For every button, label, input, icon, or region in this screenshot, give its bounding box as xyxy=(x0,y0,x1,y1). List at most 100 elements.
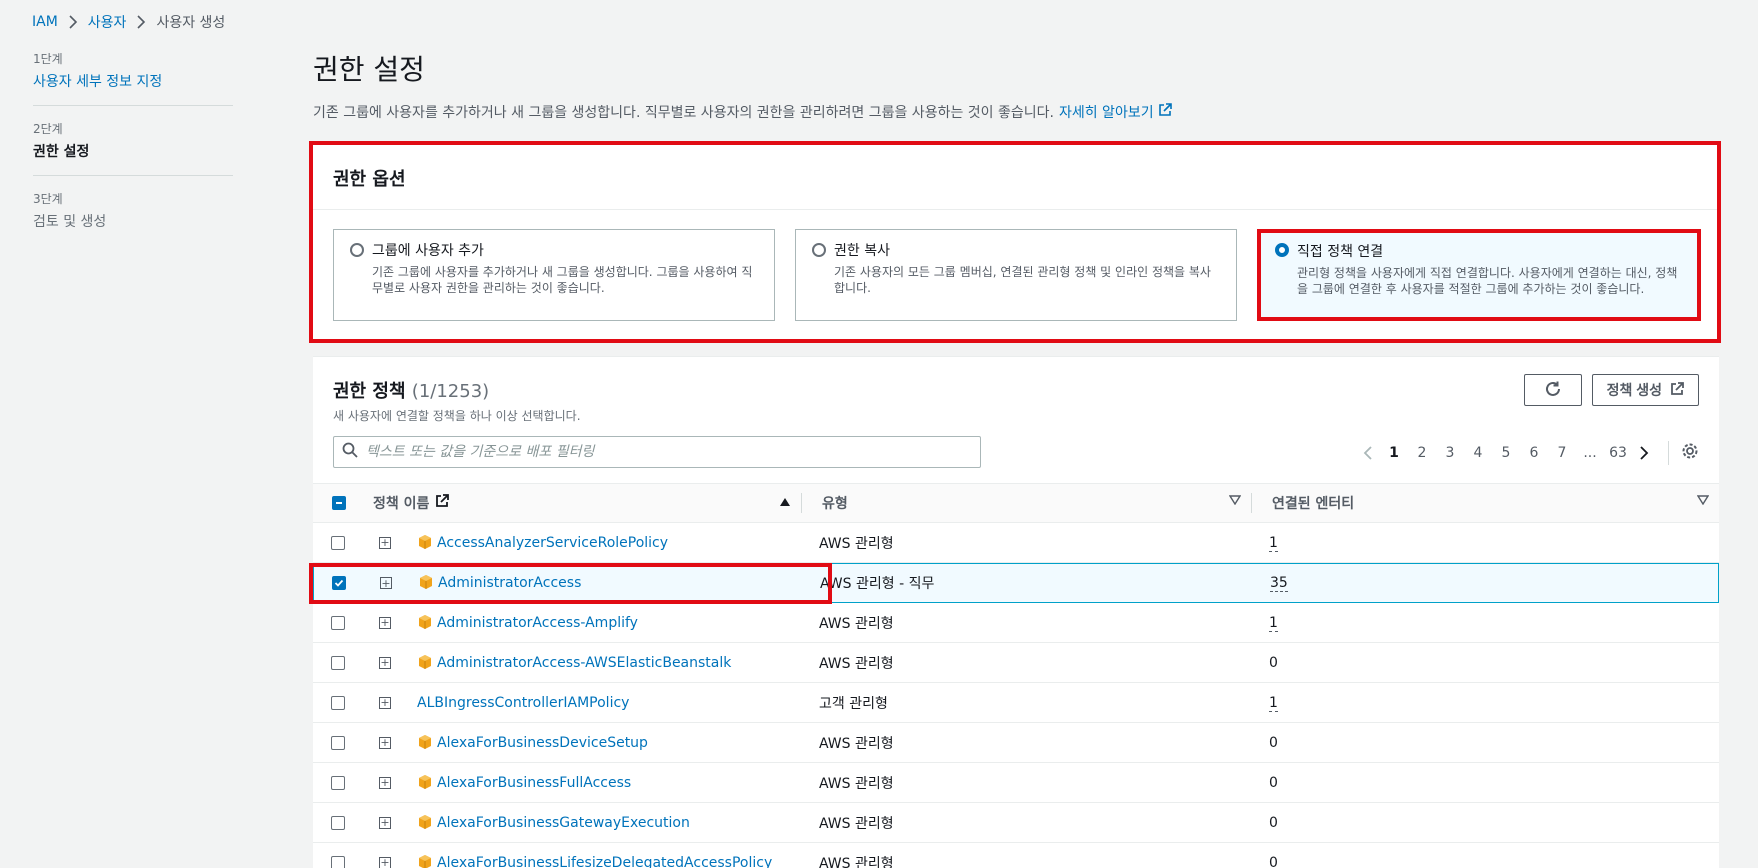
page-4[interactable]: 4 xyxy=(1464,445,1492,461)
expand-row-icon[interactable]: + xyxy=(367,776,403,789)
policy-name-link[interactable]: AccessAnalyzerServiceRolePolicy xyxy=(437,535,668,551)
policy-name-link[interactable]: AdministratorAccess-AWSElasticBeanstalk xyxy=(437,655,731,671)
row-checkbox[interactable] xyxy=(332,576,346,590)
page-ellipsis: ... xyxy=(1583,445,1597,461)
breadcrumb-users[interactable]: 사용자 xyxy=(88,12,127,32)
column-header-name[interactable]: 정책 이름 xyxy=(365,493,801,513)
learn-more-link[interactable]: 자세히 알아보기 xyxy=(1059,102,1172,122)
row-checkbox[interactable] xyxy=(331,615,345,630)
expand-row-icon[interactable]: + xyxy=(367,856,403,868)
expand-row-icon[interactable]: + xyxy=(367,656,403,669)
step-number: 1단계 xyxy=(33,52,63,66)
sort-down-icon[interactable] xyxy=(1228,493,1242,513)
breadcrumb-iam[interactable]: IAM xyxy=(32,14,58,30)
step-link-user-details[interactable]: 사용자 세부 정보 지정 xyxy=(33,71,233,91)
page-2[interactable]: 2 xyxy=(1408,445,1436,461)
plus-box-icon: + xyxy=(379,696,391,709)
policy-name-wrap: AdministratorAccess-AWSElasticBeanstalk xyxy=(417,654,731,672)
table-row[interactable]: + AlexaForBusinessLifesizeDelegatedAccess… xyxy=(313,843,1719,868)
policy-name-wrap: AlexaForBusinessFullAccess xyxy=(417,774,631,792)
pagination-prev-icon[interactable] xyxy=(1356,445,1380,461)
sort-ascending-icon[interactable] xyxy=(779,495,791,511)
radio-add-to-group[interactable] xyxy=(350,243,364,257)
row-checkbox[interactable] xyxy=(331,815,345,830)
row-checkbox[interactable] xyxy=(331,775,345,790)
option-description: 기존 그룹에 사용자를 추가하거나 새 그룹을 생성합니다. 그룹을 사용하여 … xyxy=(372,265,753,295)
page-1[interactable]: 1 xyxy=(1380,445,1408,461)
policy-name-wrap: AlexaForBusinessGatewayExecution xyxy=(417,814,690,832)
page-6[interactable]: 6 xyxy=(1520,445,1548,461)
policies-actions: 정책 생성 xyxy=(1523,374,1699,406)
expand-row-icon[interactable]: + xyxy=(367,536,403,549)
row-checkbox-cell xyxy=(313,815,363,830)
aws-managed-package-icon xyxy=(418,574,436,592)
column-header-type[interactable]: 유형 xyxy=(801,493,1251,513)
policy-name-link[interactable]: ALBIngressControllerIAMPolicy xyxy=(417,695,629,711)
header-checkbox-cell xyxy=(313,496,365,510)
option-attach-policies[interactable]: 직접 정책 연결 관리형 정책을 사용자에게 직접 연결합니다. 사용자에게 연… xyxy=(1257,229,1701,321)
row-checkbox[interactable] xyxy=(331,735,345,750)
policy-filter-input[interactable] xyxy=(366,444,966,460)
page-7[interactable]: 7 xyxy=(1548,445,1576,461)
row-checkbox[interactable] xyxy=(331,855,345,868)
policy-name-link[interactable]: AlexaForBusinessFullAccess xyxy=(437,775,631,791)
expand-row-icon[interactable]: + xyxy=(368,577,404,589)
pagination-next-icon[interactable] xyxy=(1632,445,1656,461)
table-row[interactable]: + AlexaForBusinessFullAccess AWS 관리형 0 xyxy=(313,763,1719,803)
row-checkbox-cell xyxy=(313,735,363,750)
plus-box-icon: + xyxy=(379,616,391,629)
policy-name-cell: + AlexaForBusinessFullAccess xyxy=(363,774,799,792)
policy-name-link[interactable]: AlexaForBusinessGatewayExecution xyxy=(437,815,690,831)
checkmark-icon xyxy=(334,579,344,587)
create-policy-button[interactable]: 정책 생성 xyxy=(1591,374,1699,406)
row-checkbox-cell xyxy=(313,695,363,710)
row-checkbox[interactable] xyxy=(331,695,345,710)
option-add-to-group[interactable]: 그룹에 사용자 추가 기존 그룹에 사용자를 추가하거나 새 그룹을 생성합니다… xyxy=(333,229,775,321)
aws-managed-package-icon xyxy=(417,734,435,752)
expand-row-icon[interactable]: + xyxy=(367,816,403,829)
table-row[interactable]: + ALBIngressControllerIAMPolicy 고객 관리형 1 xyxy=(313,683,1719,723)
radio-copy-permissions[interactable] xyxy=(812,243,826,257)
policy-name-link[interactable]: AdministratorAccess-Amplify xyxy=(437,615,638,631)
row-checkbox-cell xyxy=(313,775,363,790)
policy-type-cell: AWS 관리형 - 직무 xyxy=(820,576,935,592)
table-body: + AccessAnalyzerServiceRolePolicy AWS 관리형 1… xyxy=(313,523,1719,868)
column-header-entities[interactable]: 연결된 엔터티 xyxy=(1251,493,1719,513)
row-checkbox[interactable] xyxy=(331,655,345,670)
attached-entities-count[interactable]: 1 xyxy=(1269,614,1278,632)
policy-filter[interactable] xyxy=(333,436,981,468)
attached-entities-count[interactable]: 35 xyxy=(1270,575,1288,592)
table-row[interactable]: + AlexaForBusinessGatewayExecution AWS 관리형… xyxy=(313,803,1719,843)
sort-down-icon[interactable] xyxy=(1696,493,1710,513)
settings-gear-icon[interactable] xyxy=(1681,442,1699,464)
plus-box-icon: + xyxy=(379,816,391,829)
table-row[interactable]: + AdministratorAccess-AWSElasticBeanstalk… xyxy=(313,643,1719,683)
attached-entities-count[interactable]: 1 xyxy=(1269,534,1278,552)
row-checkbox[interactable] xyxy=(331,535,345,550)
table-row[interactable]: + AdministratorAccess AWS 관리형 - 직무 35 xyxy=(313,563,1719,603)
table-row[interactable]: + AccessAnalyzerServiceRolePolicy AWS 관리형 1 xyxy=(313,523,1719,563)
page-3[interactable]: 3 xyxy=(1436,445,1464,461)
select-all-checkbox[interactable] xyxy=(332,496,346,510)
refresh-button[interactable] xyxy=(1523,374,1582,406)
page-63[interactable]: 63 xyxy=(1604,445,1632,461)
policy-name-link[interactable]: AlexaForBusinessLifesizeDelegatedAccessP… xyxy=(437,855,772,868)
aws-managed-package-icon xyxy=(417,814,435,832)
page-description-text: 기존 그룹에 사용자를 추가하거나 새 그룹을 생성합니다. 직무별로 사용자의… xyxy=(313,105,1054,121)
permission-option-cards: 그룹에 사용자 추가 기존 그룹에 사용자를 추가하거나 새 그룹을 생성합니다… xyxy=(333,229,1701,321)
option-copy-permissions[interactable]: 권한 복사 기존 사용자의 모든 그룹 멤버십, 연결된 관리형 정책 및 인라… xyxy=(795,229,1237,321)
attached-entities-count: 0 xyxy=(1269,854,1278,868)
policy-name-link[interactable]: AlexaForBusinessDeviceSetup xyxy=(437,735,648,751)
expand-row-icon[interactable]: + xyxy=(367,616,403,629)
table-row[interactable]: + AdministratorAccess-Amplify AWS 관리형 1 xyxy=(313,603,1719,643)
chevron-right-icon xyxy=(136,15,146,29)
radio-attach-policies[interactable] xyxy=(1275,243,1289,257)
search-icon xyxy=(342,442,358,462)
expand-row-icon[interactable]: + xyxy=(367,696,403,709)
attached-entities-count[interactable]: 1 xyxy=(1269,694,1278,712)
page-5[interactable]: 5 xyxy=(1492,445,1520,461)
expand-row-icon[interactable]: + xyxy=(367,736,403,749)
table-row[interactable]: + AlexaForBusinessDeviceSetup AWS 관리형 0 xyxy=(313,723,1719,763)
policy-name-link[interactable]: AdministratorAccess xyxy=(438,575,581,591)
column-entities-label: 연결된 엔터티 xyxy=(1272,496,1355,512)
